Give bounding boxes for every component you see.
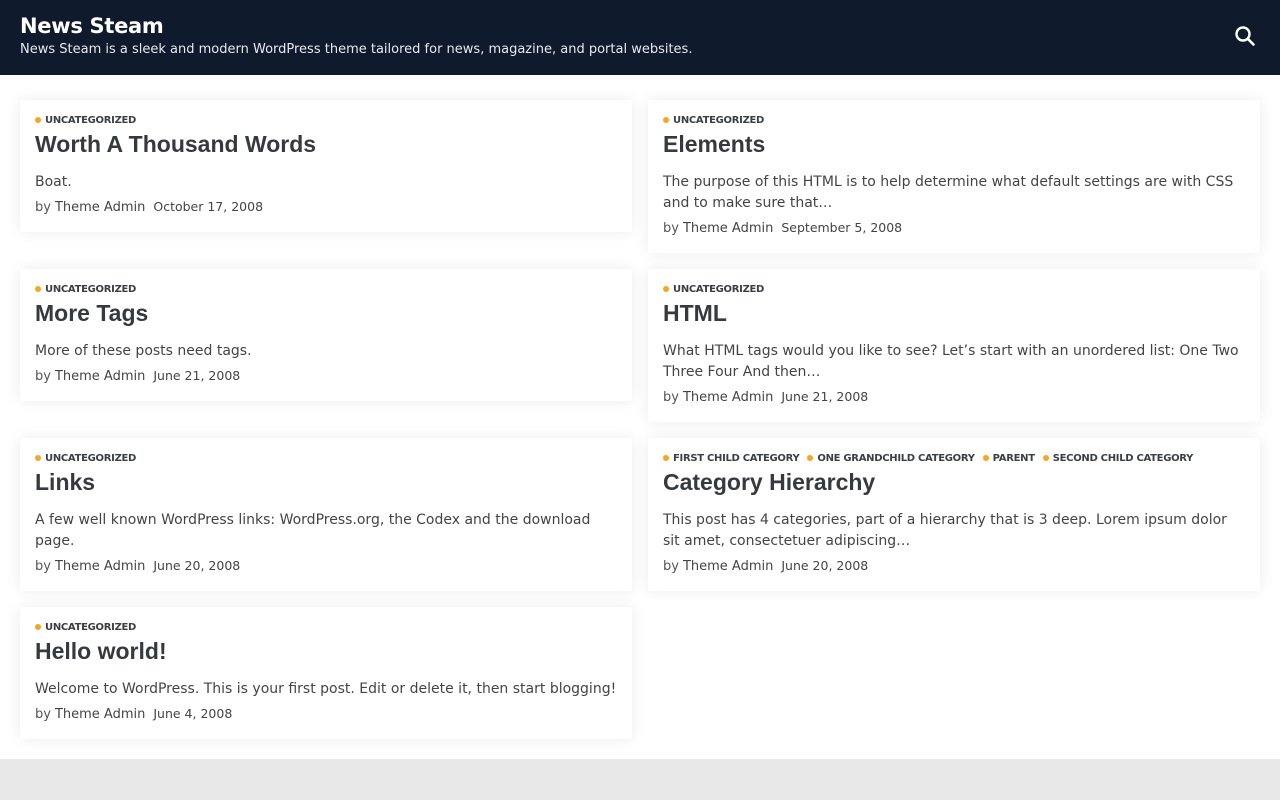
post-card: UNCATEGORIZED HTML What HTML tags would …	[648, 269, 1260, 422]
post-author[interactable]: Theme Admin	[55, 707, 145, 722]
post-card: UNCATEGORIZED Links A few well known Wor…	[20, 438, 632, 591]
post-date[interactable]: June 20, 2008	[153, 558, 240, 573]
post-categories: UNCATEGORIZED	[35, 114, 144, 126]
category-link[interactable]: ONE GRANDCHILD CATEGORY	[807, 452, 975, 464]
post-title[interactable]: More Tags	[35, 300, 148, 327]
post-author[interactable]: Theme Admin	[683, 221, 773, 236]
post-excerpt: This post has 4 categories, part of a hi…	[663, 512, 1227, 549]
by-label: by	[35, 200, 51, 215]
by-label: by	[35, 707, 51, 722]
bullet-icon	[663, 455, 669, 461]
category-link[interactable]: UNCATEGORIZED	[35, 621, 136, 633]
post-date[interactable]: June 21, 2008	[781, 389, 868, 404]
post-date[interactable]: June 4, 2008	[153, 706, 232, 721]
post-author[interactable]: Theme Admin	[55, 200, 145, 215]
category-link[interactable]: UNCATEGORIZED	[35, 452, 136, 464]
post-card: UNCATEGORIZED More Tags More of these po…	[20, 269, 632, 401]
footer-bar	[0, 759, 1280, 800]
bullet-icon	[35, 117, 41, 123]
post-categories: UNCATEGORIZED	[663, 283, 772, 295]
category-link[interactable]: UNCATEGORIZED	[663, 114, 764, 126]
post-card: UNCATEGORIZED Elements The purpose of th…	[648, 100, 1260, 253]
post-meta: by Theme Admin June 20, 2008	[35, 558, 240, 574]
post-title[interactable]: Links	[35, 469, 95, 496]
post-meta: by Theme Admin June 20, 2008	[663, 558, 868, 574]
post-categories: FIRST CHILD CATEGORY ONE GRANDCHILD CATE…	[663, 452, 1201, 464]
post-excerpt: More of these posts need tags.	[35, 343, 252, 359]
by-label: by	[35, 369, 51, 384]
site-title[interactable]: News Steam	[20, 14, 164, 38]
bullet-icon	[663, 117, 669, 123]
site-tagline: News Steam is a sleek and modern WordPre…	[20, 42, 693, 57]
post-card: UNCATEGORIZED Worth A Thousand Words Boa…	[20, 100, 632, 232]
post-card: UNCATEGORIZED Hello world! Welcome to Wo…	[20, 607, 632, 739]
bullet-icon	[35, 455, 41, 461]
post-meta: by Theme Admin June 21, 2008	[35, 368, 240, 384]
post-title[interactable]: Hello world!	[35, 638, 167, 665]
post-categories: UNCATEGORIZED	[35, 452, 144, 464]
by-label: by	[663, 559, 679, 574]
post-meta: by Theme Admin October 17, 2008	[35, 199, 263, 215]
post-author[interactable]: Theme Admin	[55, 369, 145, 384]
post-meta: by Theme Admin June 21, 2008	[663, 389, 868, 405]
post-categories: UNCATEGORIZED	[663, 114, 772, 126]
post-title[interactable]: Elements	[663, 131, 765, 158]
by-label: by	[35, 559, 51, 574]
category-link[interactable]: SECOND CHILD CATEGORY	[1042, 452, 1193, 464]
post-title[interactable]: Worth A Thousand Words	[35, 131, 316, 158]
post-meta: by Theme Admin September 5, 2008	[663, 220, 902, 236]
category-link[interactable]: PARENT	[982, 452, 1035, 464]
bullet-icon	[35, 286, 41, 292]
post-date[interactable]: September 5, 2008	[781, 220, 902, 235]
post-title[interactable]: Category Hierarchy	[663, 469, 875, 496]
post-date[interactable]: June 21, 2008	[153, 368, 240, 383]
bullet-icon	[1042, 455, 1049, 461]
post-categories: UNCATEGORIZED	[35, 621, 144, 633]
category-link[interactable]: UNCATEGORIZED	[35, 114, 136, 126]
post-excerpt: Welcome to WordPress. This is your first…	[35, 681, 617, 697]
post-excerpt: The purpose of this HTML is to help dete…	[663, 174, 1234, 211]
bullet-icon	[807, 455, 814, 461]
category-link[interactable]: UNCATEGORIZED	[35, 283, 136, 295]
post-title[interactable]: HTML	[663, 300, 727, 327]
bullet-icon	[35, 624, 41, 630]
search-icon[interactable]	[1233, 24, 1257, 48]
post-date[interactable]: June 20, 2008	[781, 558, 868, 573]
category-link[interactable]: FIRST CHILD CATEGORY	[663, 452, 800, 464]
post-excerpt: What HTML tags would you like to see? Le…	[663, 343, 1239, 380]
post-date[interactable]: October 17, 2008	[153, 199, 263, 214]
post-author[interactable]: Theme Admin	[55, 559, 145, 574]
site-header: News Steam News Steam is a sleek and mod…	[0, 0, 1280, 75]
post-excerpt: Boat.	[35, 174, 72, 190]
post-card: FIRST CHILD CATEGORY ONE GRANDCHILD CATE…	[648, 438, 1260, 591]
post-excerpt: A few well known WordPress links: WordPr…	[35, 512, 591, 549]
post-author[interactable]: Theme Admin	[683, 390, 773, 405]
by-label: by	[663, 390, 679, 405]
post-categories: UNCATEGORIZED	[35, 283, 144, 295]
by-label: by	[663, 221, 679, 236]
bullet-icon	[982, 455, 989, 461]
post-author[interactable]: Theme Admin	[683, 559, 773, 574]
post-meta: by Theme Admin June 4, 2008	[35, 706, 232, 722]
bullet-icon	[663, 286, 669, 292]
category-link[interactable]: UNCATEGORIZED	[663, 283, 764, 295]
